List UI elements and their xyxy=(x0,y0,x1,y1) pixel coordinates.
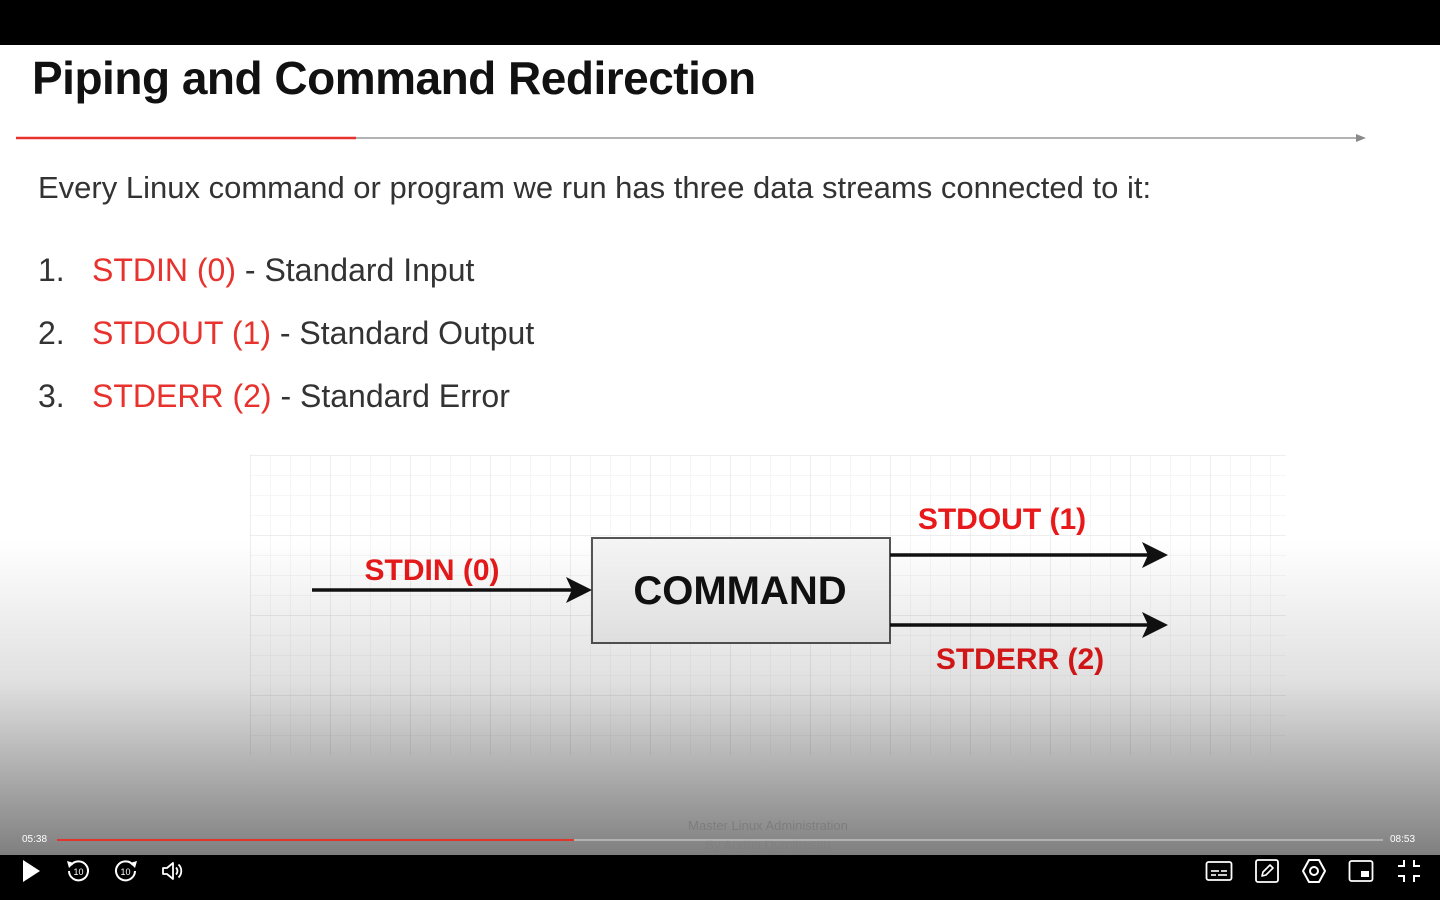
volume-button[interactable] xyxy=(155,855,191,887)
video-player[interactable]: Piping and Command Redirection Every Lin… xyxy=(0,0,1440,900)
stream-number: 2. xyxy=(38,315,65,351)
rewind-seconds: 10 xyxy=(73,867,83,877)
data-streams-diagram: COMMAND STDIN (0) STDOUT (1) STDERR (2) xyxy=(250,455,1286,755)
stream-description: - Standard Error xyxy=(271,378,510,414)
play-icon xyxy=(23,860,40,882)
forward-10-icon: 10 xyxy=(115,860,137,882)
total-duration: 08:53 xyxy=(1390,834,1416,845)
play-button[interactable] xyxy=(13,855,49,887)
stdout-label: STDOUT (1) xyxy=(918,503,1086,536)
streams-list: 1. STDIN (0) - Standard Input 2. STDOUT (1… xyxy=(38,250,534,439)
course-watermark: Master Linux Administration By Andrei Du… xyxy=(568,816,968,854)
stream-item-stderr: 3. STDERR (2) - Standard Error xyxy=(38,376,534,439)
title-underline xyxy=(16,134,1366,142)
stream-description: - Standard Output xyxy=(270,315,535,351)
captions-icon xyxy=(1205,861,1233,881)
stream-name: STDOUT (1) xyxy=(92,315,271,351)
stream-item-stdout: 2. STDOUT (1) - Standard Output xyxy=(38,313,534,376)
stream-item-stdin: 1. STDIN (0) - Standard Input xyxy=(38,250,534,313)
progress-fill xyxy=(57,839,575,841)
current-time: 05:38 xyxy=(22,834,48,845)
exit-fullscreen-button[interactable] xyxy=(1391,855,1427,887)
captions-button[interactable] xyxy=(1201,855,1237,887)
notes-icon xyxy=(1255,859,1279,883)
stream-number: 3. xyxy=(38,378,65,414)
stream-name: STDIN (0) xyxy=(92,252,236,288)
watermark-course: Master Linux Administration xyxy=(688,818,848,833)
intro-text: Every Linux command or program we run ha… xyxy=(38,170,1152,205)
volume-icon xyxy=(162,862,183,880)
watermark-author: By Andrei Dumitrescu xyxy=(705,837,831,852)
command-box: COMMAND xyxy=(591,537,891,644)
command-label: COMMAND xyxy=(633,569,846,613)
stderr-label: STDERR (2) xyxy=(936,643,1104,676)
slide: Piping and Command Redirection Every Lin… xyxy=(0,45,1440,855)
exit-fullscreen-icon xyxy=(1398,860,1420,882)
progress-bar[interactable] xyxy=(57,839,1383,841)
rewind-10-icon: 10 xyxy=(67,860,89,882)
picture-in-picture-icon xyxy=(1348,860,1374,882)
stream-number: 1. xyxy=(38,252,65,288)
settings-button[interactable] xyxy=(1296,855,1332,887)
stdin-label: STDIN (0) xyxy=(365,554,500,587)
stream-name: STDERR (2) xyxy=(92,378,272,414)
settings-icon xyxy=(1302,859,1326,883)
forward-seconds: 10 xyxy=(120,867,130,877)
slide-title: Piping and Command Redirection xyxy=(32,52,756,104)
stream-description: - Standard Input xyxy=(236,252,475,288)
rewind-10-button[interactable]: 10 xyxy=(60,855,96,887)
notes-button[interactable] xyxy=(1249,855,1285,887)
forward-10-button[interactable]: 10 xyxy=(108,855,144,887)
picture-in-picture-button[interactable] xyxy=(1343,855,1379,887)
